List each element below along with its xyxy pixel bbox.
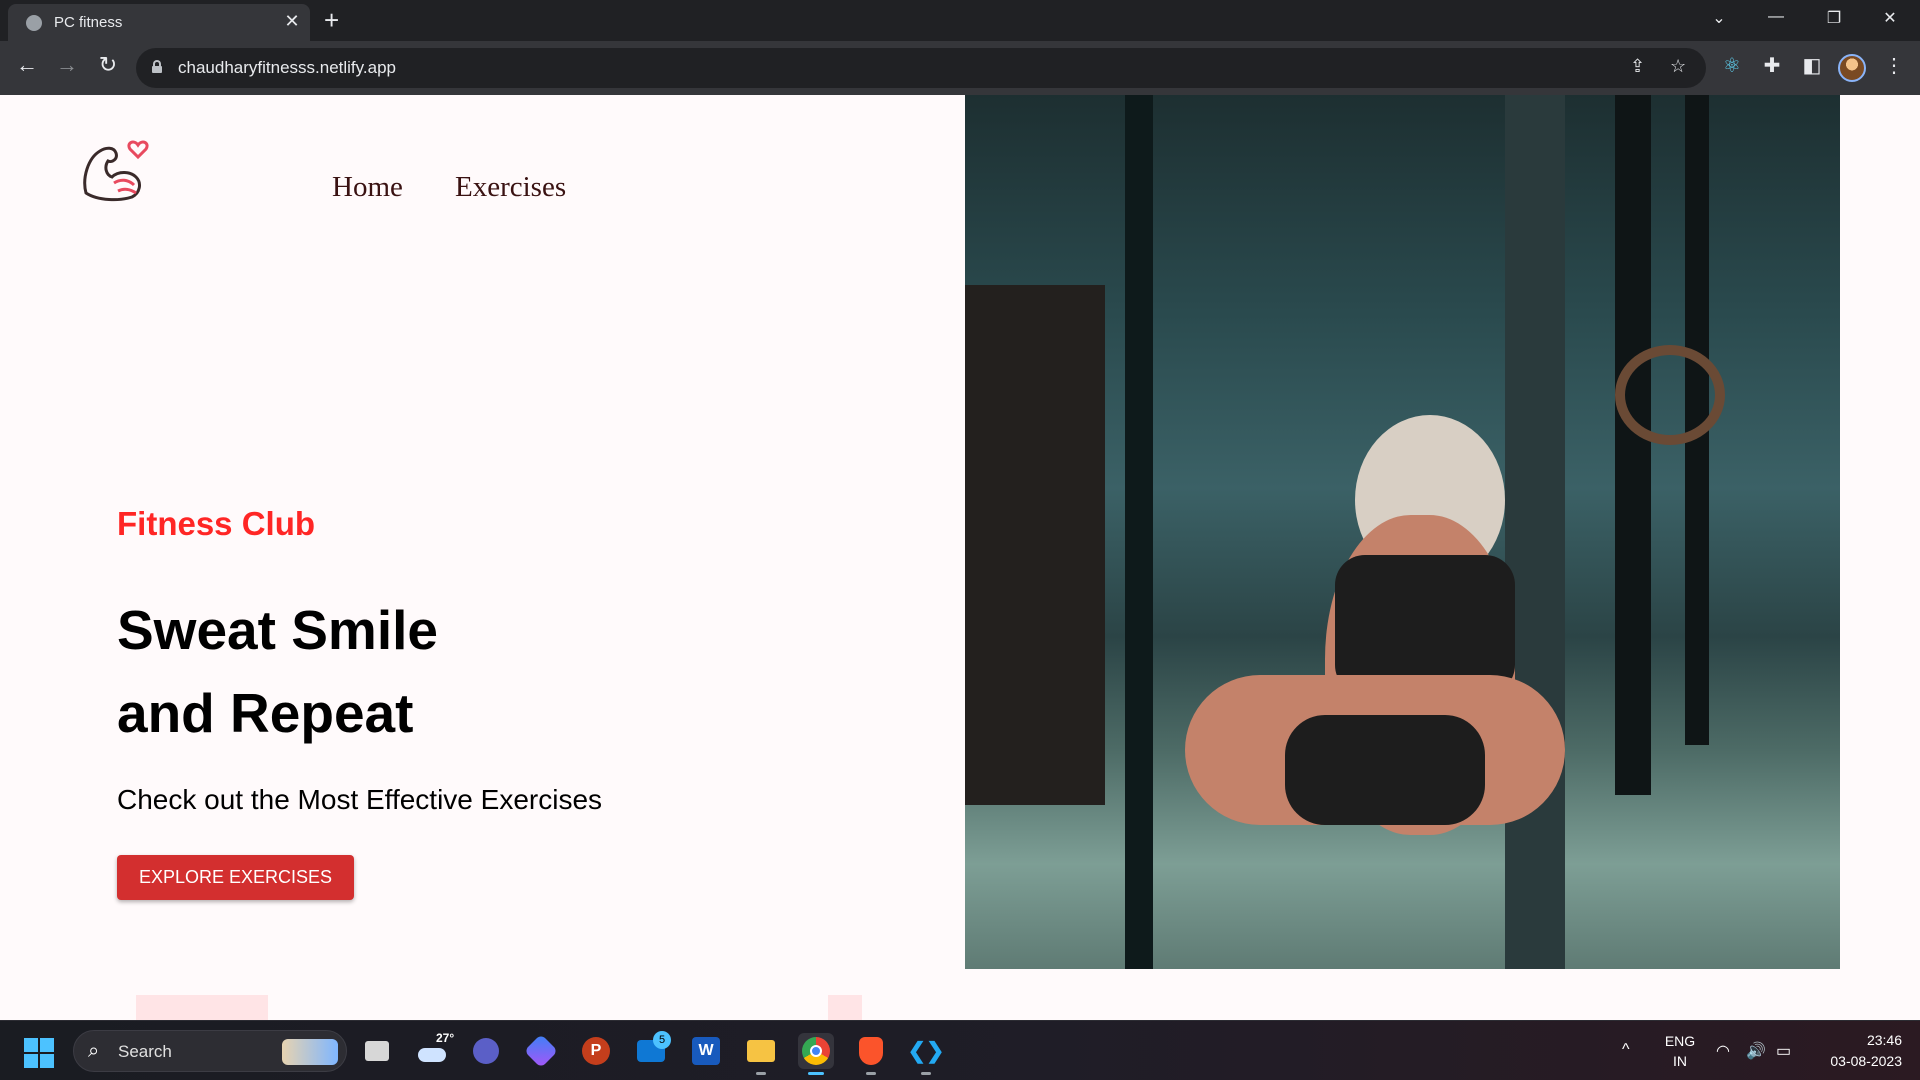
tray-chevron-icon[interactable]: ^: [1622, 1041, 1630, 1059]
nav-link-exercises[interactable]: Exercises: [455, 171, 566, 204]
hero-headline: Sweat Smile and Repeat: [117, 589, 438, 755]
clock-time[interactable]: 23:46: [1812, 1032, 1902, 1048]
windows-start-icon[interactable]: [24, 1038, 54, 1068]
nav-link-home[interactable]: Home: [332, 171, 403, 204]
chrome-icon[interactable]: [798, 1033, 834, 1075]
side-panel-icon[interactable]: ◧: [1798, 53, 1826, 78]
headline-line-2: and Repeat: [117, 682, 414, 744]
mail-unread-badge: 5: [653, 1031, 671, 1049]
tab-title: PC fitness: [54, 14, 123, 31]
address-bar[interactable]: chaudharyfitnesss.netlify.app ⇪ ☆: [136, 48, 1706, 88]
vscode-icon[interactable]: ❮❯: [908, 1033, 944, 1075]
taskbar-search[interactable]: ⌕ Search: [73, 1030, 347, 1072]
extensions-puzzle-icon[interactable]: ✚: [1758, 53, 1786, 78]
bookmark-star-icon[interactable]: ☆: [1670, 56, 1686, 77]
task-view-icon[interactable]: [359, 1033, 395, 1069]
clock-date[interactable]: 03-08-2023: [1812, 1053, 1902, 1069]
hero-tagline: Check out the Most Effective Exercises: [117, 784, 603, 815]
flexed-arm-heart-logo-icon[interactable]: [78, 133, 158, 213]
back-icon[interactable]: ←: [12, 52, 42, 78]
chrome-menu-icon[interactable]: ⋮: [1880, 53, 1908, 78]
tab-close-icon[interactable]: ✕: [282, 11, 302, 32]
language-indicator[interactable]: ENG: [1664, 1033, 1696, 1049]
browser-tab-bar: PC fitness ✕ + ⌄ — ❐ ✕: [0, 0, 1920, 41]
web-page: Home Exercises Fitness Club Sweat Smile …: [0, 95, 1920, 1020]
share-icon[interactable]: ⇪: [1630, 56, 1645, 77]
copilot-icon[interactable]: [523, 1033, 559, 1069]
browser-tab[interactable]: PC fitness ✕: [8, 4, 310, 41]
file-explorer-icon[interactable]: [743, 1033, 779, 1075]
powerpoint-icon[interactable]: P: [578, 1033, 614, 1069]
globe-icon: [26, 15, 42, 31]
decorative-block: [828, 995, 862, 1020]
tab-list-chevron-icon[interactable]: ⌄: [1707, 8, 1731, 28]
wifi-icon[interactable]: ◠: [1716, 1041, 1730, 1061]
search-highlight-image: [282, 1039, 338, 1065]
hero-banner-image: [965, 95, 1840, 969]
lock-icon[interactable]: [152, 60, 162, 73]
decorative-block: [136, 995, 268, 1020]
forward-icon[interactable]: →: [52, 52, 82, 78]
volume-icon[interactable]: 🔊: [1746, 1041, 1766, 1061]
hero-subtitle: Fitness Club: [117, 505, 316, 542]
windows-taskbar: ⌕ Search 27° P 5 W ❮❯ ^ ENG IN ◠ 🔊 ▭ 23:…: [0, 1020, 1920, 1080]
url-text[interactable]: chaudharyfitnesss.netlify.app: [178, 58, 396, 78]
profile-avatar[interactable]: [1838, 54, 1866, 82]
weather-temperature: 27°: [436, 1031, 455, 1045]
window-close-icon[interactable]: ✕: [1878, 8, 1902, 28]
search-label: Search: [118, 1042, 172, 1061]
browser-toolbar: ← → ↻ chaudharyfitnesss.netlify.app ⇪ ☆ …: [0, 41, 1920, 95]
restore-icon[interactable]: ❐: [1822, 8, 1846, 28]
search-icon: ⌕: [88, 1040, 100, 1062]
new-tab-button[interactable]: +: [324, 5, 339, 36]
reload-icon[interactable]: ↻: [93, 52, 123, 78]
brave-browser-icon[interactable]: [853, 1033, 889, 1075]
battery-icon[interactable]: ▭: [1776, 1041, 1791, 1061]
headline-line-1: Sweat Smile: [117, 599, 438, 661]
react-devtools-icon[interactable]: ⚛: [1718, 53, 1746, 78]
weather-icon[interactable]: 27°: [414, 1031, 454, 1069]
minimize-icon[interactable]: —: [1764, 8, 1788, 26]
word-icon[interactable]: W: [688, 1033, 724, 1069]
explore-exercises-button[interactable]: EXPLORE EXERCISES: [117, 855, 354, 900]
region-indicator[interactable]: IN: [1664, 1053, 1696, 1069]
teams-meet-icon[interactable]: [468, 1033, 504, 1069]
